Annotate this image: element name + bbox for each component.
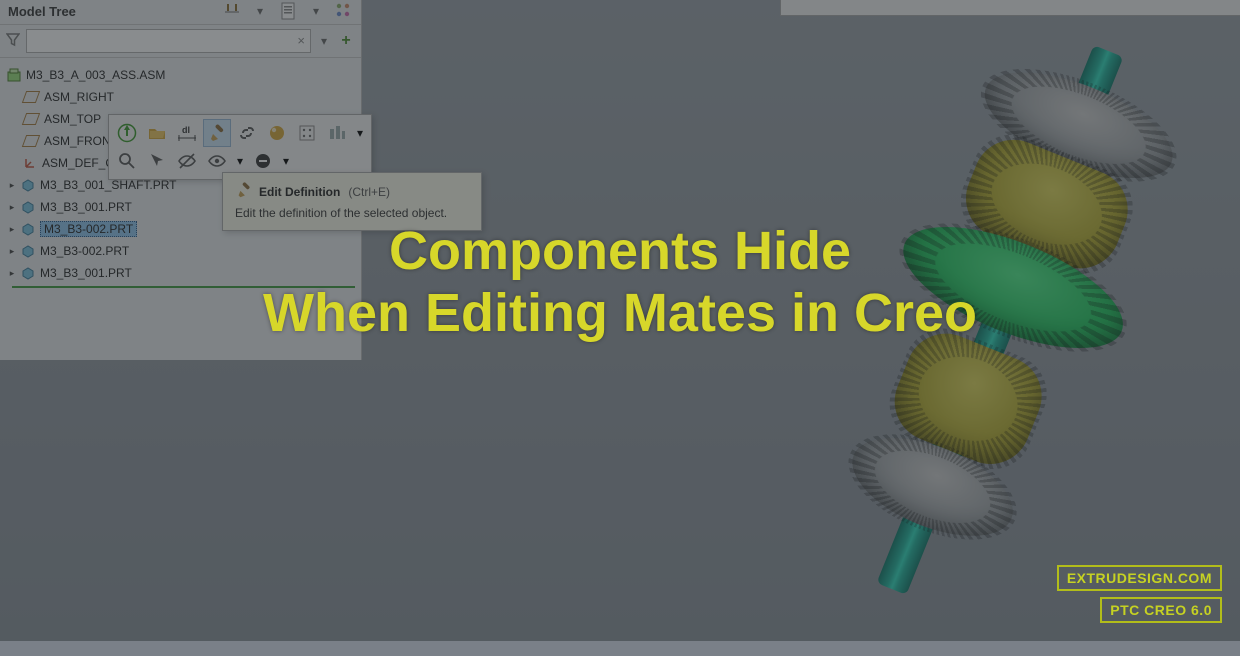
edit-dimension-button[interactable]: dl [173, 119, 201, 147]
hide-button[interactable] [173, 147, 201, 175]
show-button[interactable] [203, 147, 231, 175]
open-button[interactable] [143, 119, 171, 147]
tree-search-input[interactable] [26, 29, 311, 53]
zoom-selected-button[interactable] [113, 147, 141, 175]
tooltip-title: Edit Definition [259, 185, 340, 199]
toolbar-dropdown-icon[interactable]: ▾ [279, 147, 293, 175]
tree-item-label: ASM_TOP [44, 112, 101, 126]
part-icon [20, 177, 36, 193]
tree-item-part[interactable]: ▸ M3_B3_001.PRT [6, 262, 361, 284]
mini-toolbar: dl ▾ ▾ [108, 114, 372, 180]
tree-root-label: M3_B3_A_003_ASS.ASM [26, 68, 165, 82]
tooltip-description: Edit the definition of the selected obje… [235, 206, 469, 220]
toolbar-dropdown-icon[interactable]: ▾ [233, 147, 247, 175]
assembly-icon [6, 67, 22, 83]
datum-plane-icon [22, 113, 40, 125]
expand-icon[interactable]: ▸ [6, 267, 18, 279]
expand-icon[interactable]: ▸ [6, 179, 18, 191]
panel-header: Model Tree ▾ ▾ [0, 0, 361, 25]
part-icon [20, 221, 36, 237]
pattern-button[interactable] [323, 119, 351, 147]
tooltip: Edit Definition (Ctrl+E) Edit the defini… [222, 172, 482, 231]
badge-site: EXTRUDESIGN.COM [1057, 565, 1222, 591]
csys-icon [22, 155, 38, 171]
appearance-button[interactable] [263, 119, 291, 147]
datum-plane-icon [22, 91, 40, 103]
activate-button[interactable] [113, 119, 141, 147]
tree-settings-icon[interactable] [223, 2, 241, 20]
tree-item-label: ASM_RIGHT [44, 90, 114, 104]
floating-toolbar-frame [780, 0, 1240, 16]
insert-indicator [12, 286, 355, 288]
tree-item-label: M3_B3-002.PRT [40, 244, 129, 258]
tree-item-label: M3_B3_001.PRT [40, 266, 132, 280]
part-icon [20, 265, 36, 281]
edit-definition-icon [235, 181, 253, 202]
tooltip-shortcut: (Ctrl+E) [348, 185, 390, 199]
tree-item-label: M3_B3_001.PRT [40, 200, 132, 214]
panel-title: Model Tree [8, 4, 76, 19]
chevron-down-icon[interactable]: ▾ [307, 2, 325, 20]
clear-search-icon[interactable]: × [297, 33, 305, 48]
tree-item-label: M3_B3_001_SHAFT.PRT [40, 178, 177, 192]
part-icon [20, 243, 36, 259]
add-item-icon[interactable]: + [337, 32, 355, 50]
assembly-model[interactable] [724, 0, 1240, 656]
tree-item-part[interactable]: ▸ M3_B3-002.PRT [6, 240, 361, 262]
badge-product: PTC CREO 6.0 [1100, 597, 1222, 623]
filter-icon[interactable] [6, 33, 22, 49]
tree-item-label: M3_B3-002.PRT [40, 221, 137, 237]
tree-item-label: ASM_FRONT [44, 134, 118, 148]
parameters-button[interactable] [293, 119, 321, 147]
expand-icon[interactable]: ▸ [6, 201, 18, 213]
tree-item-asm-right[interactable]: ASM_RIGHT [6, 86, 361, 108]
svg-text:dl: dl [182, 125, 190, 135]
chevron-down-icon[interactable]: ▾ [251, 2, 269, 20]
show-options-icon[interactable] [279, 2, 297, 20]
search-row: × ▾ + [0, 25, 361, 58]
tree-root[interactable]: M3_B3_A_003_ASS.ASM [6, 64, 361, 86]
datum-plane-icon [22, 135, 40, 147]
search-dropdown-icon[interactable]: ▾ [315, 29, 333, 53]
suppress-button[interactable] [249, 147, 277, 175]
select-button[interactable] [143, 147, 171, 175]
edit-references-button[interactable] [233, 119, 261, 147]
expand-icon[interactable]: ▸ [6, 245, 18, 257]
expand-icon[interactable]: ▸ [6, 223, 18, 235]
watermark-badges: EXTRUDESIGN.COM PTC CREO 6.0 [1057, 565, 1222, 623]
edit-definition-button[interactable] [203, 119, 231, 147]
part-icon [20, 199, 36, 215]
tree-filters-icon[interactable] [335, 2, 353, 20]
toolbar-dropdown-icon[interactable]: ▾ [353, 119, 367, 147]
